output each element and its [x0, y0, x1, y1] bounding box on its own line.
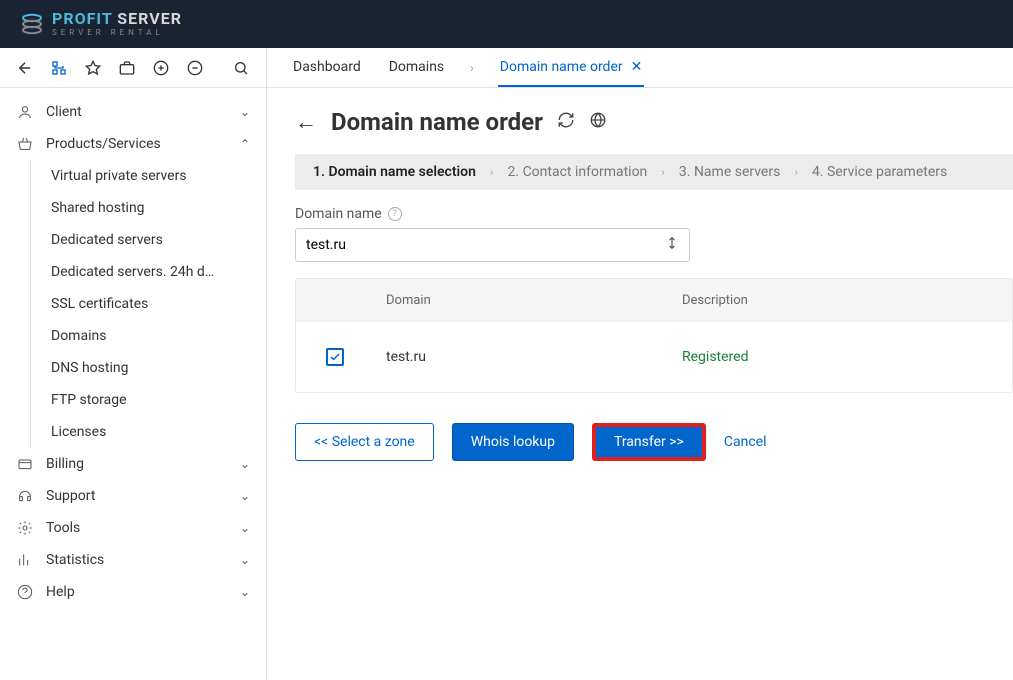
- headset-icon: [16, 488, 34, 504]
- sidebar-item-support[interactable]: Support ⌄: [0, 480, 266, 512]
- table-header: Domain Description: [296, 279, 1012, 322]
- sidebar-item-client[interactable]: Client ⌄: [0, 96, 266, 128]
- sidebar-item-products[interactable]: Products/Services ⌃: [0, 128, 266, 160]
- search-icon[interactable]: [232, 59, 250, 77]
- sidebar-products-sublist: Virtual private servers Shared hosting D…: [30, 160, 266, 448]
- help-icon: [16, 584, 34, 600]
- row-status: Registered: [682, 349, 982, 365]
- chevron-down-icon: ⌄: [240, 105, 250, 119]
- sidebar-sub-ftp[interactable]: FTP storage: [31, 384, 266, 416]
- field-label-text: Domain name: [295, 206, 382, 222]
- domain-name-input[interactable]: [306, 237, 665, 253]
- brand-logo[interactable]: PROFIT SERVER SERVER RENTAL: [20, 11, 182, 37]
- brand-name-profit: PROFIT: [52, 9, 112, 28]
- tab-domain-name-order[interactable]: Domain name order ✕: [498, 48, 645, 87]
- sidebar-item-tools[interactable]: Tools ⌄: [0, 512, 266, 544]
- sidebar-label: Client: [46, 104, 82, 120]
- table-row: test.ru Registered: [296, 322, 1012, 392]
- server-logo-icon: [20, 12, 44, 36]
- breadcrumb-tabs: Dashboard Domains › Domain name order ✕: [267, 48, 668, 87]
- plus-circle-icon[interactable]: [152, 59, 170, 77]
- star-icon[interactable]: [84, 59, 102, 77]
- chevron-down-icon: ⌄: [240, 521, 250, 535]
- brand-tagline: SERVER RENTAL: [52, 29, 182, 37]
- page-title: Domain name order: [331, 108, 543, 136]
- step-3[interactable]: 3. Name servers: [679, 164, 780, 180]
- refresh-icon[interactable]: [557, 111, 575, 133]
- briefcase-icon[interactable]: [118, 59, 136, 77]
- wallet-icon: [16, 456, 34, 472]
- chevron-right-icon: ›: [661, 165, 665, 179]
- chart-icon: [16, 552, 34, 568]
- chevron-right-icon: ›: [794, 165, 798, 179]
- toolbar-icons: [0, 48, 267, 87]
- back-arrow-icon[interactable]: [16, 59, 34, 77]
- chevron-right-icon: ›: [490, 165, 494, 179]
- sidebar-label: Products/Services: [46, 136, 161, 152]
- sidebar-label: Tools: [46, 520, 80, 536]
- main-content: ← Domain name order 1. Domain name selec…: [267, 88, 1013, 680]
- results-table: Domain Description test.ru Registered: [295, 278, 1013, 393]
- action-buttons: << Select a zone Whois lookup Transfer >…: [295, 423, 1013, 461]
- chevron-right-icon: ›: [470, 61, 474, 75]
- column-description: Description: [682, 293, 982, 308]
- basket-icon: [16, 136, 34, 152]
- globe-icon[interactable]: [589, 111, 607, 133]
- step-4[interactable]: 4. Service parameters: [812, 164, 947, 180]
- user-icon: [16, 104, 34, 120]
- sidebar-sub-shared[interactable]: Shared hosting: [31, 192, 266, 224]
- wizard-steps: 1. Domain name selection › 2. Contact in…: [295, 154, 1013, 190]
- sidebar-sub-dedicated-24h[interactable]: Dedicated servers. 24h d…: [31, 256, 266, 288]
- transfer-button[interactable]: Transfer >>: [592, 423, 706, 461]
- tab-dashboard[interactable]: Dashboard: [291, 48, 363, 87]
- minus-circle-icon[interactable]: [186, 59, 204, 77]
- toolbar: Dashboard Domains › Domain name order ✕: [0, 48, 1013, 88]
- step-1: 1. Domain name selection: [313, 164, 476, 180]
- sitemap-icon[interactable]: [50, 59, 68, 77]
- whois-lookup-button[interactable]: Whois lookup: [452, 423, 574, 461]
- chevron-down-icon: ⌄: [240, 585, 250, 599]
- sidebar: Client ⌄ Products/Services ⌃ Virtual pri…: [0, 88, 267, 680]
- sidebar-sub-dedicated[interactable]: Dedicated servers: [31, 224, 266, 256]
- sidebar-item-billing[interactable]: Billing ⌄: [0, 448, 266, 480]
- brand-bar: PROFIT SERVER SERVER RENTAL: [0, 0, 1013, 48]
- tab-domains[interactable]: Domains: [387, 48, 446, 87]
- page-header: ← Domain name order: [295, 108, 1013, 136]
- sidebar-item-help[interactable]: Help ⌄: [0, 576, 266, 608]
- column-domain: Domain: [386, 293, 682, 308]
- sidebar-sub-ssl[interactable]: SSL certificates: [31, 288, 266, 320]
- sidebar-label: Statistics: [46, 552, 104, 568]
- cancel-button[interactable]: Cancel: [724, 434, 767, 450]
- domain-name-field: Domain name ?: [295, 206, 1013, 262]
- row-checkbox[interactable]: [326, 348, 344, 366]
- back-button[interactable]: ←: [295, 109, 317, 135]
- sidebar-label: Help: [46, 584, 75, 600]
- domain-name-input-wrapper[interactable]: [295, 228, 690, 262]
- chevron-down-icon: ⌄: [240, 457, 250, 471]
- sidebar-sub-domains[interactable]: Domains: [31, 320, 266, 352]
- sidebar-sub-dns[interactable]: DNS hosting: [31, 352, 266, 384]
- sidebar-label: Billing: [46, 456, 84, 472]
- help-tooltip-icon[interactable]: ?: [388, 207, 402, 221]
- step-2[interactable]: 2. Contact information: [508, 164, 648, 180]
- chevron-up-icon: ⌃: [240, 137, 250, 151]
- brand-name-server: SERVER: [112, 9, 182, 28]
- gear-icon: [16, 520, 34, 536]
- chevron-down-icon: ⌄: [240, 553, 250, 567]
- sidebar-sub-licenses[interactable]: Licenses: [31, 416, 266, 448]
- close-tab-icon[interactable]: ✕: [631, 59, 643, 75]
- sidebar-item-statistics[interactable]: Statistics ⌄: [0, 544, 266, 576]
- row-domain: test.ru: [386, 349, 682, 365]
- select-zone-button[interactable]: << Select a zone: [295, 423, 434, 461]
- expand-icon[interactable]: [665, 236, 679, 254]
- sidebar-label: Support: [46, 488, 95, 504]
- sidebar-sub-vps[interactable]: Virtual private servers: [31, 160, 266, 192]
- chevron-down-icon: ⌄: [240, 489, 250, 503]
